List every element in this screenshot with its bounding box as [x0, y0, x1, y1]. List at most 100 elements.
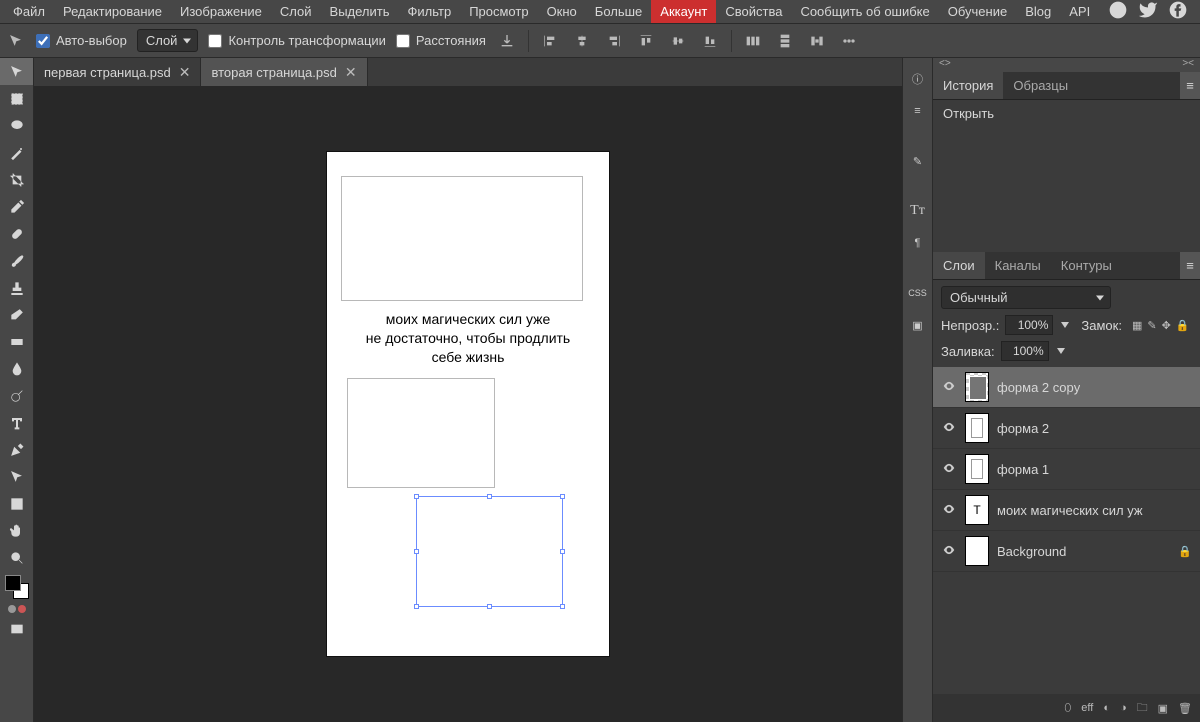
- distribute-h-icon[interactable]: [742, 30, 764, 52]
- layer-thumbnail[interactable]: [965, 372, 989, 402]
- distances-checkbox[interactable]: Расстояния: [396, 33, 486, 48]
- image-panel-icon[interactable]: ▣: [905, 312, 931, 338]
- layer-thumbnail[interactable]: T: [965, 495, 989, 525]
- visibility-toggle[interactable]: [941, 502, 957, 519]
- healing-tool[interactable]: [0, 220, 33, 247]
- layer-name[interactable]: моих магических сил уж: [997, 503, 1143, 518]
- tab-history[interactable]: История: [933, 72, 1003, 99]
- gradient-tool[interactable]: [0, 328, 33, 355]
- auto-select-scope[interactable]: Слой: [137, 29, 199, 52]
- adjustment-layer-icon[interactable]: ◑: [1120, 702, 1127, 714]
- layer-thumbnail[interactable]: [965, 454, 989, 484]
- brush-panel-icon[interactable]: ✎: [905, 148, 931, 174]
- history-item[interactable]: Открыть: [943, 106, 1190, 121]
- lock-all-icon[interactable]: 🔒: [1176, 319, 1190, 332]
- layer-name[interactable]: форма 2 copy: [997, 380, 1080, 395]
- blend-mode-select[interactable]: Обычный: [941, 286, 1111, 309]
- canvas-text-layer[interactable]: моих магических сил уже не достаточно, ч…: [327, 310, 609, 367]
- align-right-icon[interactable]: [603, 30, 625, 52]
- lock-position-icon[interactable]: ✥: [1162, 319, 1171, 332]
- crop-tool[interactable]: [0, 166, 33, 193]
- stamp-tool[interactable]: [0, 274, 33, 301]
- document-tab-2[interactable]: вторая страница.psd ✕: [201, 58, 367, 86]
- layer-name[interactable]: форма 1: [997, 462, 1049, 477]
- more-options-icon[interactable]: [838, 30, 860, 52]
- menu-properties[interactable]: Свойства: [716, 0, 791, 23]
- layer-item[interactable]: Background 🔒: [933, 531, 1200, 572]
- menu-view[interactable]: Просмотр: [460, 0, 537, 23]
- align-top-icon[interactable]: [635, 30, 657, 52]
- menu-api[interactable]: API: [1060, 0, 1099, 23]
- document-tab-1[interactable]: первая страница.psd ✕: [34, 58, 201, 86]
- menu-account[interactable]: Аккаунт: [651, 0, 716, 23]
- align-left-icon[interactable]: [539, 30, 561, 52]
- brush-tool[interactable]: [0, 247, 33, 274]
- align-middle-v-icon[interactable]: [667, 30, 689, 52]
- menu-more[interactable]: Больше: [586, 0, 652, 23]
- canvas[interactable]: моих магических сил уже не достаточно, ч…: [327, 152, 609, 656]
- canvas-selected-shape[interactable]: [416, 496, 563, 607]
- menu-blog[interactable]: Blog: [1016, 0, 1060, 23]
- canvas-viewport[interactable]: моих магических сил уже не достаточно, ч…: [34, 86, 902, 722]
- zoom-tool[interactable]: [0, 544, 33, 571]
- delete-layer-icon[interactable]: 🗑: [1178, 702, 1192, 715]
- auto-select-checkbox[interactable]: Авто-выбор: [36, 33, 127, 48]
- character-panel-icon[interactable]: Tт: [905, 198, 931, 224]
- opacity-dropdown-icon[interactable]: [1061, 322, 1069, 328]
- layer-thumbnail[interactable]: [965, 413, 989, 443]
- canvas-shape-1[interactable]: [341, 176, 583, 301]
- css-panel-icon[interactable]: CSS: [905, 280, 931, 306]
- tab-channels[interactable]: Каналы: [985, 252, 1051, 279]
- close-icon[interactable]: ✕: [179, 64, 191, 81]
- dodge-tool[interactable]: [0, 382, 33, 409]
- type-tool[interactable]: [0, 409, 33, 436]
- menu-filter[interactable]: Фильтр: [399, 0, 461, 23]
- tab-paths[interactable]: Контуры: [1051, 252, 1122, 279]
- layer-mask-icon[interactable]: ◐: [1103, 702, 1110, 714]
- hand-tool[interactable]: [0, 517, 33, 544]
- tab-layers[interactable]: Слои: [933, 252, 985, 279]
- path-select-tool[interactable]: [0, 463, 33, 490]
- visibility-toggle[interactable]: [941, 379, 957, 396]
- paragraph-panel-icon[interactable]: ¶: [905, 230, 931, 256]
- download-icon[interactable]: [496, 30, 518, 52]
- blur-tool[interactable]: [0, 355, 33, 382]
- menu-select[interactable]: Выделить: [321, 0, 399, 23]
- opacity-input[interactable]: 100%: [1005, 315, 1053, 335]
- menu-layer[interactable]: Слой: [271, 0, 321, 23]
- layer-item[interactable]: форма 2: [933, 408, 1200, 449]
- twitter-icon[interactable]: [1138, 0, 1158, 23]
- panel-menu-icon[interactable]: ≡: [1180, 72, 1200, 99]
- transform-controls-checkbox[interactable]: Контроль трансформации: [208, 33, 385, 48]
- panel-menu-icon[interactable]: ≡: [1180, 252, 1200, 279]
- shape-tool[interactable]: [0, 490, 33, 517]
- info-panel-icon[interactable]: ⓘ: [905, 66, 931, 92]
- menu-learn[interactable]: Обучение: [939, 0, 1016, 23]
- layer-thumbnail[interactable]: [965, 536, 989, 566]
- lock-pixels-icon[interactable]: ▦: [1132, 319, 1142, 332]
- close-icon[interactable]: ✕: [345, 64, 357, 81]
- wand-tool[interactable]: [0, 139, 33, 166]
- distribute-v-icon[interactable]: [774, 30, 796, 52]
- layer-item[interactable]: форма 1: [933, 449, 1200, 490]
- layer-name[interactable]: Background: [997, 544, 1066, 559]
- pen-tool[interactable]: [0, 436, 33, 463]
- new-folder-icon[interactable]: 🗀: [1137, 699, 1148, 718]
- visibility-toggle[interactable]: [941, 543, 957, 560]
- new-layer-icon[interactable]: ▣: [1158, 702, 1168, 715]
- reddit-icon[interactable]: [1108, 0, 1128, 23]
- layer-item[interactable]: T моих магических сил уж: [933, 490, 1200, 531]
- quick-mask-toggle[interactable]: [0, 603, 33, 615]
- menu-report-bug[interactable]: Сообщить об ошибке: [791, 0, 938, 23]
- lasso-tool[interactable]: [0, 112, 33, 139]
- layer-effects-icon[interactable]: eff: [1081, 702, 1093, 714]
- marquee-tool[interactable]: [0, 85, 33, 112]
- link-layers-icon[interactable]: ⬯: [1064, 702, 1071, 715]
- facebook-icon[interactable]: [1168, 0, 1188, 23]
- menu-image[interactable]: Изображение: [171, 0, 271, 23]
- layer-name[interactable]: форма 2: [997, 421, 1049, 436]
- eyedropper-tool[interactable]: [0, 193, 33, 220]
- fill-dropdown-icon[interactable]: [1057, 348, 1065, 354]
- lock-brush-icon[interactable]: ✎: [1147, 319, 1156, 332]
- menu-window[interactable]: Окно: [538, 0, 586, 23]
